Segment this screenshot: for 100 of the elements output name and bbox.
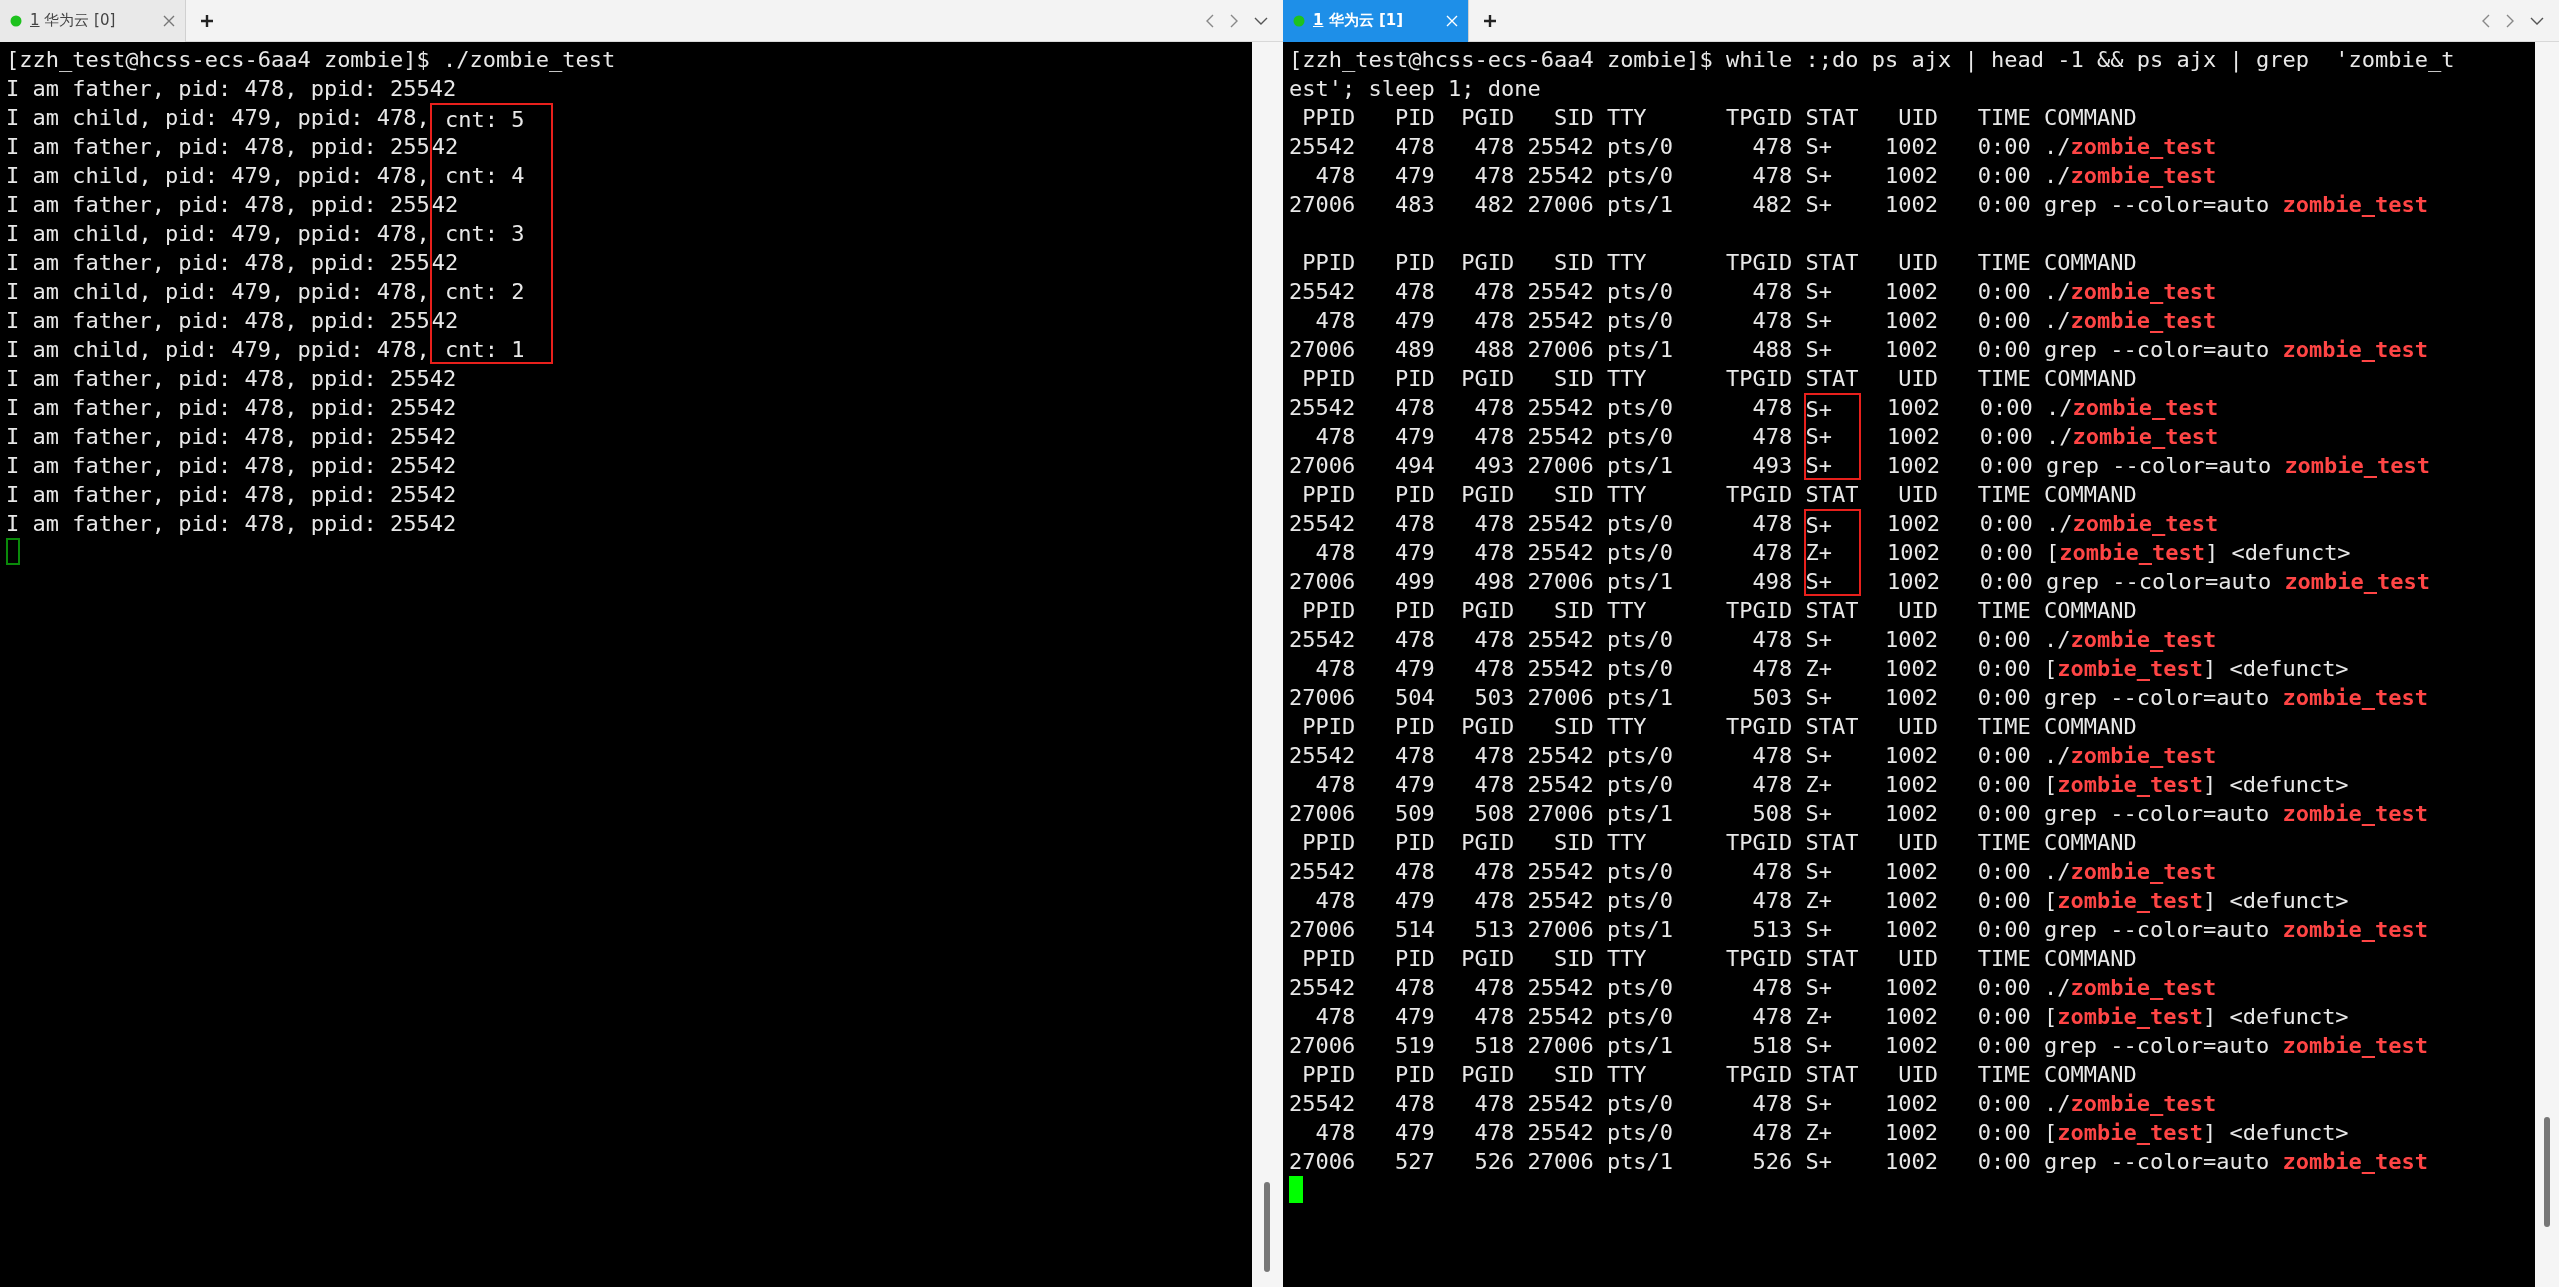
terminal-text: PPID PID PGID SID TTY TPGID STAT UID TIME COMMAND: [1301, 1062, 2137, 1087]
terminal-screen[interactable]: [1283, 42, 2535, 1287]
highlighted-match: zombie_test: [2070, 279, 2217, 304]
terminal-text: 478 479 478 25542 pts/0 478 Z+ 1002 0:00 [: [1314, 1004, 2058, 1029]
terminal-text: I am child, pid: 479, ppid: 478,: [6, 337, 430, 362]
terminal-text: 27006 494 493 27006 pts/1 493: [1289, 453, 1794, 478]
terminal-text: I am child, pid: 479, ppid: 478,: [6, 279, 430, 304]
annotated-text: 42: [429, 248, 554, 277]
highlighted-match: zombie_test: [2070, 627, 2217, 652]
terminal-text: 478 479 478 25542 pts/0 478 S+ 1002 0:00 ./: [1314, 308, 2071, 333]
highlighted-match: zombie_test: [2070, 975, 2217, 1000]
annotated-text: cnt: 2: [429, 277, 554, 306]
terminal-text: 25542 478 478 25542 pts/0 478 S+ 1002 0:00 ./: [1289, 859, 2071, 884]
chevron-right-icon[interactable]: [2505, 12, 2515, 29]
highlighted-match: zombie_test: [2057, 772, 2203, 797]
terminal-text: 27006 483 482 27006 pts/1 482 S+ 1002 0:00 grep --color=auto: [1289, 192, 2271, 217]
terminal-text: 1002 0:00 ./: [1886, 424, 2073, 449]
terminal-tab[interactable]: 1 华为云 [0]: [0, 0, 186, 42]
scrollbar-thumb[interactable]: [1264, 1182, 1270, 1272]
highlighted-match: zombie_test: [2282, 801, 2429, 826]
terminal-text: I am child, pid: 479, ppid: 478,: [6, 221, 430, 246]
annotated-text: cnt: 1: [429, 335, 554, 364]
terminal-text: 25542 478 478 25542 pts/0 478 S+ 1002 0:00 ./: [1289, 743, 2071, 768]
highlighted-match: zombie_test: [2057, 1004, 2203, 1029]
terminal-text: I am father, pid: 478, ppid: 25542: [6, 482, 457, 507]
highlighted-match: zombie_test: [2072, 424, 2219, 449]
terminal-text: PPID PID PGID SID TTY TPGID STAT UID TIME COMMAND: [1301, 366, 2137, 391]
chevron-left-icon[interactable]: [1205, 12, 1215, 29]
highlighted-match: zombie_test: [2059, 540, 2205, 565]
terminal-text: 27006 504 503 27006 pts/1 503 S+ 1002 0:00 grep --color=auto: [1289, 685, 2271, 710]
terminal-text: 1002 0:00 [: [1886, 540, 2060, 565]
annotated-text: S+: [1803, 509, 1861, 538]
annotated-text: Z+: [1803, 538, 1861, 567]
terminal-text: est'; sleep 1; done: [1289, 76, 1541, 101]
terminal-text: I am father, pid: 478, ppid: 255: [6, 250, 430, 275]
scrollbar-thumb[interactable]: [2544, 1117, 2550, 1227]
terminal-text: PPID PID PGID SID TTY TPGID STAT UID TIME COMMAND: [1301, 105, 2137, 130]
terminal-text: [zzh_test@hcss-ecs-6aa4 zombie]$ ./zombie_test: [6, 47, 616, 72]
terminal-text: 25542 478 478 25542 pts/0 478 S+ 1002 0:00 ./: [1289, 975, 2071, 1000]
terminal-text: 25542 478 478 25542 pts/0 478: [1289, 511, 1794, 536]
highlighted-match: zombie_test: [2282, 917, 2429, 942]
highlighted-match: zombie_test: [2284, 569, 2431, 594]
terminal-text: I am father, pid: 478, ppid: 25542: [6, 366, 457, 391]
terminal-text: PPID PID PGID SID TTY TPGID STAT UID TIME COMMAND: [1301, 830, 2137, 855]
terminal-text: ] <defunct>: [2202, 656, 2349, 681]
close-icon[interactable]: [163, 14, 175, 27]
status-dot-icon: [10, 14, 22, 27]
terminal-text: 478 479 478 25542 pts/0 478 Z+ 1002 0:00 [: [1314, 888, 2058, 913]
terminal-text: 1002 0:00 ./: [1886, 511, 2073, 536]
terminal-text: PPID PID PGID SID TTY TPGID STAT UID TIME COMMAND: [1301, 946, 2137, 971]
highlighted-match: zombie_test: [2070, 859, 2217, 884]
terminal-text: 1002 0:00 grep --color=auto: [1886, 569, 2273, 594]
annotated-text: cnt: 4: [429, 161, 554, 190]
terminal-text: PPID PID PGID SID TTY TPGID STAT UID TIME COMMAND: [1301, 482, 2137, 507]
chevron-down-icon[interactable]: [2529, 15, 2545, 26]
highlighted-match: zombie_test: [2057, 656, 2203, 681]
terminal-text: ] <defunct>: [2202, 1004, 2349, 1029]
annotated-text: S+: [1803, 451, 1861, 480]
terminal-text: ] <defunct>: [2202, 772, 2349, 797]
terminal-text: 27006 514 513 27006 pts/1 513 S+ 1002 0:00 grep --color=auto: [1289, 917, 2271, 942]
terminal-text: 1002 0:00 ./: [1886, 395, 2073, 420]
terminal-text: ] <defunct>: [2204, 540, 2351, 565]
terminal-text: 25542 478 478 25542 pts/0 478 S+ 1002 0:00 ./: [1289, 1091, 2071, 1116]
terminal-text: 1002 0:00 grep --color=auto: [1886, 453, 2273, 478]
terminal-text: I am father, pid: 478, ppid: 255: [6, 192, 430, 217]
highlighted-match: zombie_test: [2282, 685, 2429, 710]
terminal-text: 27006 499 498 27006 pts/1 498: [1289, 569, 1794, 594]
terminal-text: 478 479 478 25542 pts/0 478 Z+ 1002 0:00 [: [1314, 656, 2058, 681]
terminal-text: 27006 519 518 27006 pts/1 518 S+ 1002 0:00 grep --color=auto: [1289, 1033, 2271, 1058]
terminal-text: 478 479 478 25542 pts/0 478 S+ 1002 0:00 ./: [1314, 163, 2071, 188]
chevron-right-icon[interactable]: [1229, 12, 1239, 29]
annotated-text: S+: [1803, 393, 1861, 422]
annotated-text: 42: [429, 190, 554, 219]
terminal-text: I am father, pid: 478, ppid: 255: [6, 134, 430, 159]
status-dot-icon: [1293, 14, 1305, 27]
terminal-text: 478 479 478 25542 pts/0 478: [1314, 424, 1794, 449]
highlighted-match: zombie_test: [2072, 511, 2219, 536]
annotated-text: cnt: 5: [429, 103, 554, 132]
terminal-text: 27006 489 488 27006 pts/1 488 S+ 1002 0:00 grep --color=auto: [1289, 337, 2271, 362]
terminal-text: 25542 478 478 25542 pts/0 478 S+ 1002 0:00 ./: [1289, 279, 2071, 304]
terminal-text: [zzh_test@hcss-ecs-6aa4 zombie]$ while :;do ps ajx | head -1 && ps ajx | grep 'zombie_t: [1289, 47, 2455, 72]
highlighted-match: zombie_test: [2070, 163, 2217, 188]
chevron-left-icon[interactable]: [2481, 12, 2491, 29]
terminal-text: I am child, pid: 479, ppid: 478,: [6, 105, 430, 130]
plus-icon[interactable]: [200, 13, 214, 28]
highlighted-match: zombie_test: [2282, 1149, 2429, 1174]
plus-icon[interactable]: [1483, 13, 1497, 28]
terminal-text: ] <defunct>: [2202, 1120, 2349, 1145]
terminal-text: 27006 509 508 27006 pts/1 508 S+ 1002 0:00 grep --color=auto: [1289, 801, 2271, 826]
annotated-text: 42: [429, 306, 554, 335]
highlighted-match: zombie_test: [2284, 453, 2431, 478]
highlighted-match: zombie_test: [2070, 1091, 2217, 1116]
chevron-down-icon[interactable]: [1253, 15, 1269, 26]
highlighted-match: zombie_test: [2282, 1033, 2429, 1058]
terminal-text: PPID PID PGID SID TTY TPGID STAT UID TIME COMMAND: [1301, 714, 2137, 739]
highlighted-match: zombie_test: [2072, 395, 2219, 420]
terminal-text: 25542 478 478 25542 pts/0 478: [1289, 395, 1794, 420]
highlighted-match: zombie_test: [2070, 308, 2217, 333]
annotated-text: cnt: 3: [429, 219, 554, 248]
terminal-text: 478 479 478 25542 pts/0 478 Z+ 1002 0:00 [: [1314, 1120, 2058, 1145]
